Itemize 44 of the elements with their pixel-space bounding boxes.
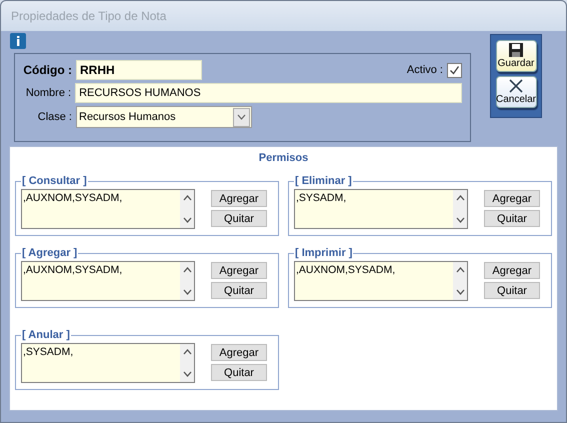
add-button[interactable]: Agregar (211, 262, 267, 279)
scroll-up-icon[interactable] (182, 195, 192, 201)
scroll-down-icon[interactable] (182, 371, 192, 377)
scroll-up-icon[interactable] (456, 267, 464, 273)
add-button[interactable]: Agregar (211, 344, 267, 361)
add-button[interactable]: Agregar (211, 190, 267, 207)
add-button[interactable]: Agregar (484, 190, 540, 207)
remove-button[interactable]: Quitar (211, 364, 267, 381)
scroll-down-icon[interactable] (456, 289, 464, 295)
remove-button[interactable]: Quitar (211, 210, 267, 227)
info-icon[interactable] (10, 33, 26, 49)
scroll-down-icon[interactable] (182, 289, 192, 295)
group-legend: [ Imprimir ] (294, 247, 354, 259)
list-field[interactable]: ,AUXNOM,SYSADM, (21, 261, 195, 301)
field-label: Nombre : (24, 87, 72, 99)
remove-button[interactable]: Quitar (484, 282, 540, 299)
class-dropdown[interactable]: Recursos Humanos (76, 106, 252, 128)
group-legend: [ Consultar ] (21, 175, 88, 187)
group-legend: [ Agregar ] (21, 247, 78, 259)
field-label: Código : (22, 63, 72, 77)
window-title: Propiedades de Tipo de Nota (10, 8, 168, 24)
scroll-up-icon[interactable] (182, 349, 192, 355)
active-checkbox[interactable] (447, 62, 462, 78)
remove-button[interactable]: Quitar (484, 210, 540, 227)
list-field[interactable]: ,SYSADM, (294, 189, 468, 229)
save-button[interactable]: Guardar (496, 40, 536, 72)
group-legend: [ Eliminar ] (294, 175, 353, 187)
remove-button[interactable]: Quitar (211, 282, 267, 299)
field-label: Activo : (406, 64, 443, 76)
caret-icon (237, 114, 246, 120)
section-title: Permisos (258, 152, 310, 164)
list-field[interactable]: ,AUXNOM,SYSADM, (21, 189, 195, 229)
list-field[interactable]: ,SYSADM, (21, 343, 195, 383)
field-label: Clase : (36, 111, 72, 123)
scroll-up-icon[interactable] (182, 267, 192, 273)
list-field[interactable]: ,AUXNOM,SYSADM, (294, 261, 468, 301)
cancel-button[interactable]: Cancelar (496, 76, 536, 108)
scroll-down-icon[interactable] (182, 217, 192, 223)
name-field[interactable]: RECURSOS HUMANOS (75, 83, 462, 103)
code-field[interactable]: RRHH (76, 60, 202, 80)
scroll-up-icon[interactable] (456, 195, 464, 201)
add-button[interactable]: Agregar (484, 262, 540, 279)
scroll-down-icon[interactable] (456, 217, 464, 223)
group-legend: [ Anular ] (21, 329, 71, 341)
